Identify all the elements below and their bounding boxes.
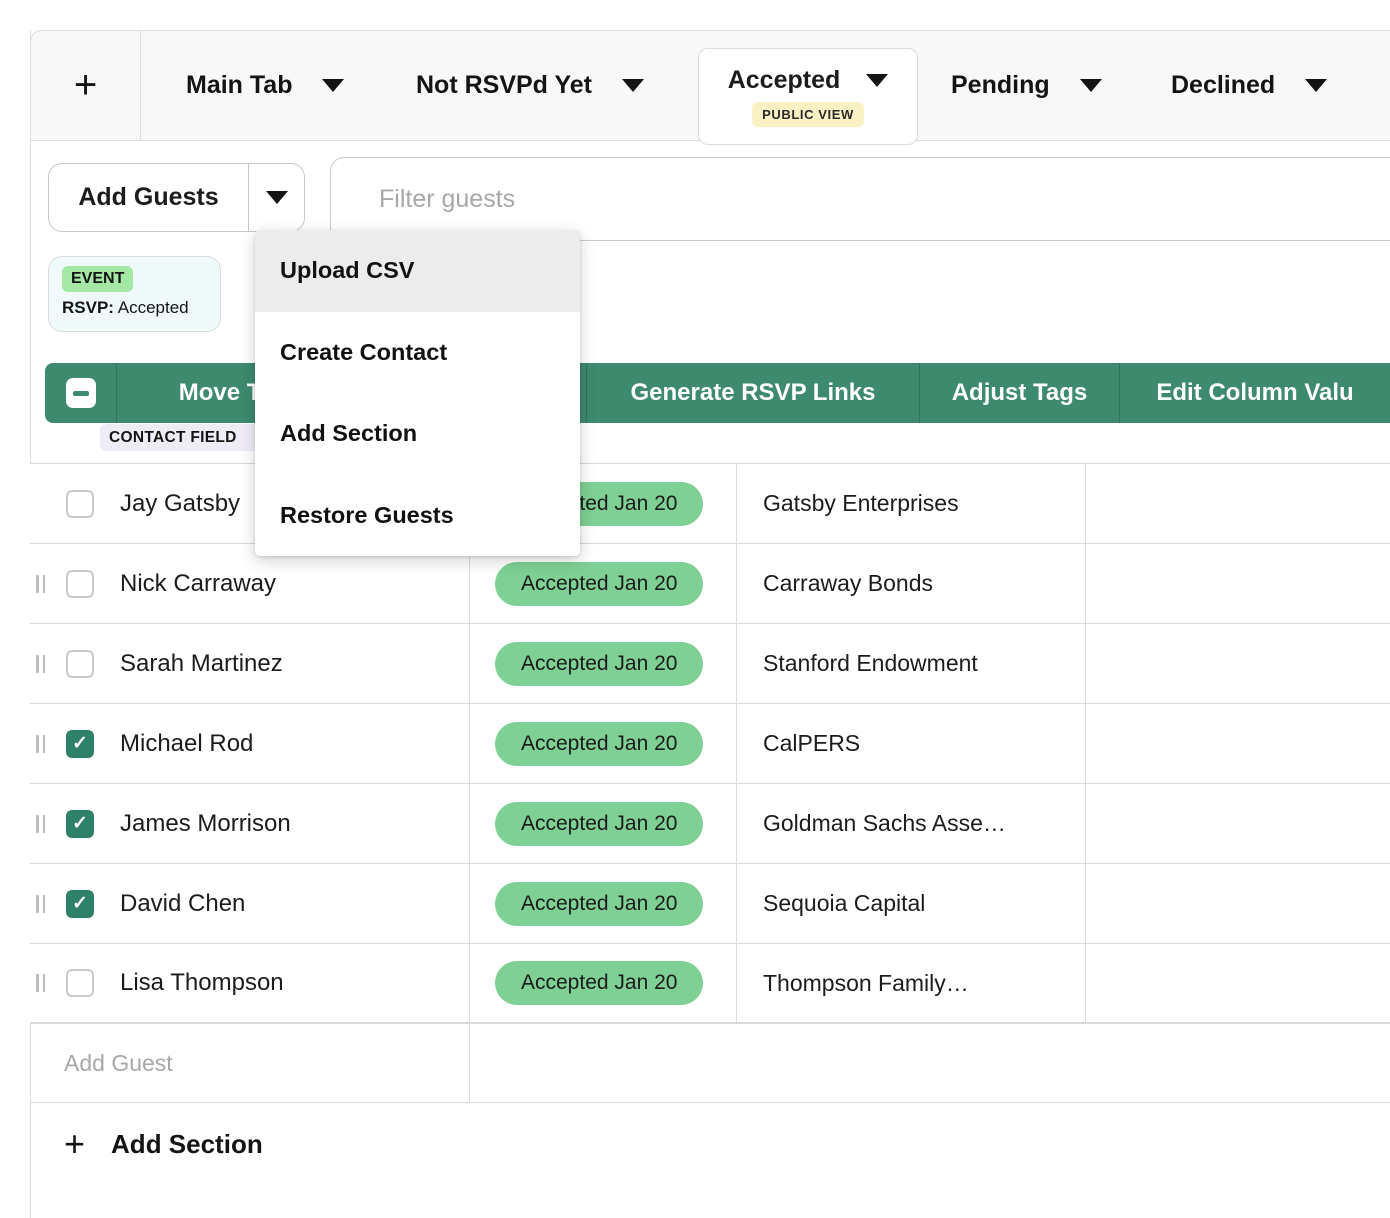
table-row: Sarah Martinez Accepted Jan 20 Stanford … — [30, 623, 1390, 703]
table-row: Lisa Thompson Accepted Jan 20 Thompson F… — [30, 943, 1390, 1023]
tab-accepted-active[interactable]: Accepted PUBLIC VIEW — [698, 48, 918, 145]
tab-label: Accepted — [728, 66, 841, 95]
guest-name[interactable]: Jay Gatsby — [120, 490, 240, 518]
rsvp-status-badge[interactable]: Accepted Jan 20 — [495, 642, 703, 686]
drag-handle[interactable] — [36, 815, 45, 833]
drag-handle[interactable] — [36, 575, 45, 593]
menu-item-upload-csv[interactable]: Upload CSV — [255, 230, 580, 312]
add-tab-button[interactable]: + — [31, 31, 141, 140]
add-guests-dropdown-toggle[interactable] — [248, 164, 304, 231]
table-row: Nick Carraway Accepted Jan 20 Carraway B… — [30, 543, 1390, 623]
empty-cell[interactable] — [1086, 544, 1390, 623]
tab-label: Not RSVPd Yet — [416, 71, 592, 100]
company-cell[interactable]: Sequoia Capital — [737, 864, 1086, 943]
row-checkbox[interactable]: ✓ — [66, 810, 94, 838]
empty-cell[interactable] — [1086, 784, 1390, 863]
select-all-checkbox[interactable] — [45, 363, 117, 423]
generate-rsvp-links-button[interactable]: Generate RSVP Links — [587, 363, 920, 423]
tab-strip: + Main Tab Not RSVPd Yet Accepted PUBLIC… — [30, 30, 1390, 141]
empty-cell[interactable] — [1086, 944, 1390, 1022]
guest-name[interactable]: David Chen — [120, 890, 245, 918]
table-row: ✓ James Morrison Accepted Jan 20 Goldman… — [30, 783, 1390, 863]
guest-name[interactable]: James Morrison — [120, 810, 291, 838]
tab-label: Declined — [1171, 71, 1275, 100]
company-cell[interactable]: Stanford Endowment — [737, 624, 1086, 703]
menu-item-add-section[interactable]: Add Section — [255, 393, 580, 475]
drag-handle[interactable] — [36, 974, 45, 992]
rsvp-status-badge[interactable]: Accepted Jan 20 — [495, 961, 703, 1005]
company-cell[interactable]: Thompson Family… — [737, 944, 1086, 1022]
company-cell[interactable]: CalPERS — [737, 704, 1086, 783]
guest-list-app: + Main Tab Not RSVPd Yet Accepted PUBLIC… — [0, 0, 1390, 1218]
add-section-label: Add Section — [111, 1129, 263, 1160]
chevron-down-icon — [866, 74, 888, 87]
guest-name[interactable]: Lisa Thompson — [120, 969, 284, 997]
row-checkbox[interactable]: ✓ — [66, 730, 94, 758]
plus-icon: + — [64, 1126, 85, 1162]
tab-pending[interactable]: Pending — [951, 31, 1102, 140]
rsvp-status-badge[interactable]: Accepted Jan 20 — [495, 722, 703, 766]
add-section-button[interactable]: + Add Section — [30, 1103, 1390, 1185]
tab-not-rsvpd-yet[interactable]: Not RSVPd Yet — [416, 31, 644, 140]
empty-cell[interactable] — [1086, 464, 1390, 543]
row-checkbox[interactable] — [66, 650, 94, 678]
filter-guests-input[interactable] — [330, 157, 1390, 241]
menu-item-create-contact[interactable]: Create Contact — [255, 312, 580, 394]
tab-label: Pending — [951, 71, 1050, 100]
add-guest-input[interactable]: Add Guest — [30, 1024, 470, 1102]
empty-cell[interactable] — [1086, 864, 1390, 943]
drag-handle[interactable] — [36, 655, 45, 673]
row-checkbox[interactable] — [66, 570, 94, 598]
contact-field-column-header: CONTACT FIELD — [100, 424, 272, 451]
guest-name[interactable]: Michael Rod — [120, 730, 253, 758]
edit-column-values-button[interactable]: Edit Column Valu — [1120, 363, 1390, 423]
table-row: ✓ Michael Rod Accepted Jan 20 CalPERS — [30, 703, 1390, 783]
chevron-down-icon — [266, 191, 288, 204]
chevron-down-icon — [622, 79, 644, 92]
menu-item-restore-guests[interactable]: Restore Guests — [255, 475, 580, 557]
table-row: ✓ David Chen Accepted Jan 20 Sequoia Cap… — [30, 863, 1390, 943]
bulk-action-bar: Move To e Generate RSVP Links Adjust Tag… — [45, 363, 1390, 423]
drag-handle[interactable] — [36, 735, 45, 753]
drag-handle[interactable] — [36, 895, 45, 913]
empty-cell[interactable] — [1086, 624, 1390, 703]
tab-label: Main Tab — [186, 71, 292, 100]
row-checkbox[interactable] — [66, 969, 94, 997]
rsvp-filter-value: RSVP: Accepted — [62, 298, 207, 318]
table-row: Jay Gatsby Accepted Jan 20 Gatsby Enterp… — [30, 463, 1390, 543]
rsvp-status-badge[interactable]: Accepted Jan 20 — [495, 882, 703, 926]
guest-name[interactable]: Sarah Martinez — [120, 650, 283, 678]
row-checkbox[interactable] — [66, 490, 94, 518]
indeterminate-checkbox-icon — [66, 378, 96, 408]
chevron-down-icon — [322, 79, 344, 92]
public-view-badge: PUBLIC VIEW — [752, 102, 864, 127]
add-guests-button[interactable]: Add Guests — [49, 164, 248, 231]
chevron-down-icon — [1080, 79, 1102, 92]
row-checkbox[interactable]: ✓ — [66, 890, 94, 918]
add-guest-row: Add Guest — [30, 1023, 1390, 1103]
tab-main-tab[interactable]: Main Tab — [186, 31, 344, 140]
rsvp-status-badge[interactable]: Accepted Jan 20 — [495, 802, 703, 846]
company-cell[interactable]: Carraway Bonds — [737, 544, 1086, 623]
rsvp-filter-chip[interactable]: EVENT RSVP: Accepted — [48, 256, 221, 332]
company-cell[interactable]: Goldman Sachs Asse… — [737, 784, 1086, 863]
company-cell[interactable]: Gatsby Enterprises — [737, 464, 1086, 543]
chevron-down-icon — [1305, 79, 1327, 92]
adjust-tags-button[interactable]: Adjust Tags — [920, 363, 1120, 423]
rsvp-status-badge[interactable]: Accepted Jan 20 — [495, 562, 703, 606]
add-guests-dropdown-menu: Upload CSV Create Contact Add Section Re… — [255, 230, 580, 556]
event-type-badge: EVENT — [62, 266, 133, 292]
guest-name[interactable]: Nick Carraway — [120, 570, 276, 598]
empty-cell[interactable] — [1086, 704, 1390, 783]
guest-table: Jay Gatsby Accepted Jan 20 Gatsby Enterp… — [30, 463, 1390, 1103]
add-guests-split-button: Add Guests — [48, 163, 305, 232]
tab-declined[interactable]: Declined — [1171, 31, 1327, 140]
